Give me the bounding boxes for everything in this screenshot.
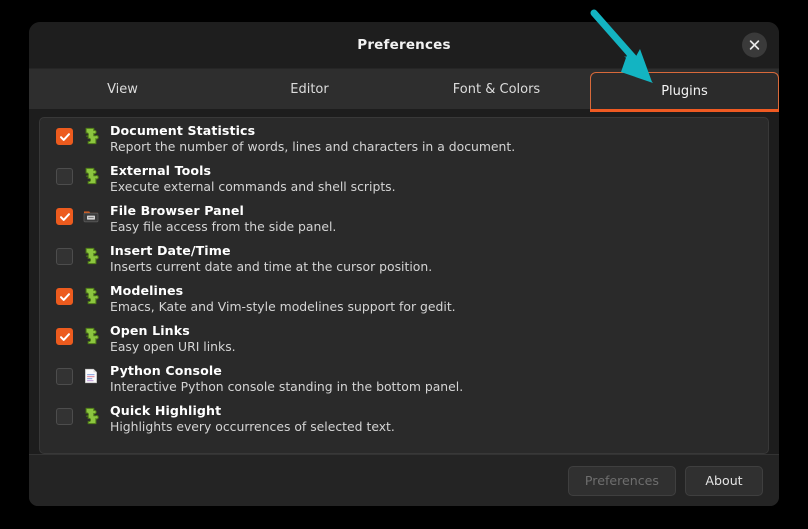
- plugin-checkbox[interactable]: [56, 168, 73, 185]
- plugin-description: Highlights every occurrences of selected…: [110, 418, 395, 434]
- plugin-list[interactable]: Document Statistics Report the number of…: [39, 117, 769, 454]
- plugin-description: Interactive Python console standing in t…: [110, 378, 464, 394]
- puzzle-piece-icon: [82, 247, 100, 265]
- list-item[interactable]: Python Console Interactive Python consol…: [40, 358, 768, 398]
- plugin-name: External Tools: [110, 163, 212, 178]
- puzzle-piece-icon: [82, 407, 100, 425]
- plugin-list-container: Document Statistics Report the number of…: [29, 109, 779, 454]
- tab-plugins[interactable]: Plugins: [590, 72, 779, 112]
- plugin-name: Open Links: [110, 323, 190, 338]
- plugin-name: Quick Highlight: [110, 403, 222, 418]
- list-item[interactable]: File Browser Panel Easy file access from…: [40, 198, 768, 238]
- list-item[interactable]: External Tools Execute external commands…: [40, 158, 768, 198]
- plugin-preferences-button[interactable]: Preferences: [567, 465, 676, 496]
- puzzle-piece-icon: [82, 127, 100, 145]
- tab-editor[interactable]: Editor: [216, 69, 403, 109]
- folder-icon: [82, 207, 100, 225]
- plugin-checkbox[interactable]: [56, 328, 73, 345]
- plugin-checkbox[interactable]: [56, 288, 73, 305]
- close-button[interactable]: [742, 32, 767, 58]
- plugin-text: Python Console Interactive Python consol…: [110, 363, 463, 393]
- plugin-checkbox[interactable]: [56, 208, 73, 225]
- tab-font-and-colors[interactable]: Font & Colors: [403, 69, 590, 109]
- plugin-name: File Browser Panel: [110, 203, 244, 218]
- plugin-name: Document Statistics: [110, 123, 256, 138]
- tab-editor-label: Editor: [290, 81, 329, 97]
- plugin-text: Modelines Emacs, Kate and Vim-style mode…: [110, 283, 456, 313]
- plugin-description: Easy file access from the side panel.: [110, 218, 337, 234]
- list-item[interactable]: Open Links Easy open URI links.: [40, 318, 768, 358]
- tab-font-and-colors-label: Font & Colors: [452, 81, 541, 97]
- dialog-footer: Preferences About: [29, 454, 779, 506]
- list-item[interactable]: Insert Date/Time Inserts current date an…: [40, 238, 768, 278]
- plugin-description: Execute external commands and shell scri…: [110, 178, 396, 194]
- plugin-preferences-label: Preferences: [584, 473, 659, 488]
- plugin-name: Insert Date/Time: [110, 243, 231, 258]
- plugin-text: Open Links Easy open URI links.: [110, 323, 236, 353]
- tab-bar: View Editor Font & Colors Plugins: [29, 68, 779, 112]
- plugin-description: Inserts current date and time at the cur…: [110, 258, 433, 274]
- plugin-name: Python Console: [110, 363, 222, 378]
- puzzle-piece-icon: [82, 327, 100, 345]
- plugin-checkbox[interactable]: [56, 408, 73, 425]
- tab-view-label: View: [107, 81, 138, 97]
- plugin-checkbox[interactable]: [56, 368, 73, 385]
- list-item-partial: [40, 438, 768, 444]
- plugin-text: Insert Date/Time Inserts current date an…: [110, 243, 432, 273]
- plugin-name: Modelines: [110, 283, 184, 298]
- plugin-about-label: About: [705, 473, 743, 488]
- tab-plugins-label: Plugins: [661, 83, 708, 99]
- plugin-text: Quick Highlight Highlights every occurre…: [110, 403, 395, 433]
- document-icon: [82, 367, 100, 385]
- dialog-title: Preferences: [357, 37, 451, 53]
- close-icon: [749, 40, 760, 51]
- preferences-dialog: Preferences View Editor Font & Colors Pl…: [29, 22, 779, 506]
- dialog-titlebar: Preferences: [29, 22, 779, 68]
- plugin-text: External Tools Execute external commands…: [110, 163, 396, 193]
- list-item[interactable]: Quick Highlight Highlights every occurre…: [40, 398, 768, 438]
- screen: Preferences View Editor Font & Colors Pl…: [0, 0, 808, 529]
- plugin-text: File Browser Panel Easy file access from…: [110, 203, 336, 233]
- plugin-checkbox[interactable]: [56, 248, 73, 265]
- plugin-description: Report the number of words, lines and ch…: [110, 138, 516, 154]
- list-item[interactable]: Modelines Emacs, Kate and Vim-style mode…: [40, 278, 768, 318]
- puzzle-piece-icon: [82, 167, 100, 185]
- plugin-description: Emacs, Kate and Vim-style modelines supp…: [110, 298, 456, 314]
- puzzle-piece-icon: [82, 287, 100, 305]
- plugin-description: Easy open URI links.: [110, 338, 236, 354]
- plugin-about-button[interactable]: About: [685, 465, 763, 496]
- plugin-checkbox[interactable]: [56, 128, 73, 145]
- list-item[interactable]: Document Statistics Report the number of…: [40, 118, 768, 158]
- tab-view[interactable]: View: [29, 69, 216, 109]
- plugin-text: Document Statistics Report the number of…: [110, 123, 515, 153]
